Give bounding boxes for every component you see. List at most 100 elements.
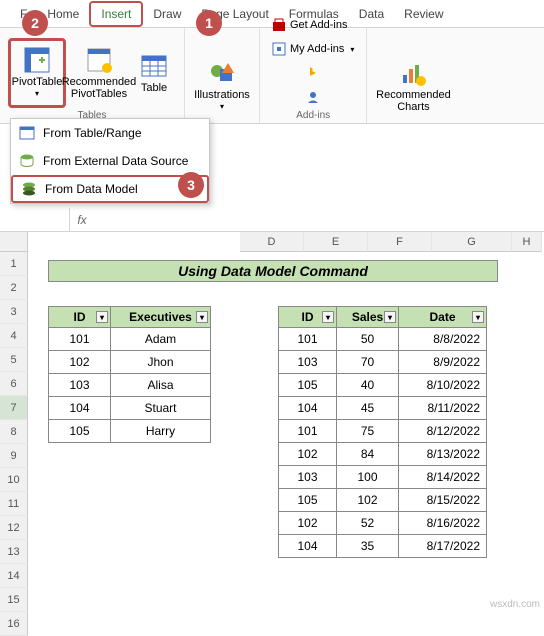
table-cell[interactable]: 103 <box>279 351 337 374</box>
row-header[interactable]: 12 <box>0 516 28 540</box>
row-header[interactable]: 11 <box>0 492 28 516</box>
row-header[interactable]: 2 <box>0 276 28 300</box>
filter-button[interactable]: ▾ <box>472 311 484 323</box>
table-cell[interactable]: 8/14/2022 <box>399 466 487 489</box>
table-cell[interactable]: 100 <box>337 466 399 489</box>
table-cell[interactable]: 50 <box>337 328 399 351</box>
table-row[interactable]: 1051028/15/2022 <box>279 489 487 512</box>
table-cell[interactable]: 8/15/2022 <box>399 489 487 512</box>
table-cell[interactable]: 103 <box>49 374 111 397</box>
table-cell[interactable]: 104 <box>49 397 111 420</box>
table-cell[interactable]: 8/17/2022 <box>399 535 487 558</box>
table-cell[interactable]: 101 <box>279 328 337 351</box>
row-header[interactable]: 1 <box>0 252 28 276</box>
row-header[interactable]: 4 <box>0 324 28 348</box>
table-cell[interactable]: 52 <box>337 512 399 535</box>
table-cell[interactable]: 70 <box>337 351 399 374</box>
row-header[interactable]: 3 <box>0 300 28 324</box>
table-row[interactable]: 104458/11/2022 <box>279 397 487 420</box>
table-cell[interactable]: 105 <box>279 374 337 397</box>
tab-data[interactable]: Data <box>349 3 394 25</box>
table-cell[interactable]: 102 <box>279 512 337 535</box>
table-row[interactable]: 103Alisa <box>49 374 211 397</box>
table-row[interactable]: 103708/9/2022 <box>279 351 487 374</box>
table-row[interactable]: 101758/12/2022 <box>279 420 487 443</box>
col-header[interactable]: E <box>304 232 368 252</box>
table-cell[interactable]: 101 <box>279 420 337 443</box>
table-cell[interactable]: 102 <box>337 489 399 512</box>
table-row[interactable]: 1031008/14/2022 <box>279 466 487 489</box>
table-cell[interactable]: 104 <box>279 397 337 420</box>
col-header[interactable]: H <box>512 232 542 252</box>
row-header[interactable]: 9 <box>0 444 28 468</box>
table-cell[interactable]: 45 <box>337 397 399 420</box>
select-all-corner[interactable] <box>0 232 28 252</box>
table-cell[interactable]: Alisa <box>111 374 211 397</box>
tab-draw[interactable]: Draw <box>143 3 191 25</box>
table-cell[interactable]: 103 <box>279 466 337 489</box>
table-row[interactable]: 104Stuart <box>49 397 211 420</box>
table-header[interactable]: Sales▾ <box>337 307 399 328</box>
table-cell[interactable]: Adam <box>111 328 211 351</box>
table-cell[interactable]: 8/8/2022 <box>399 328 487 351</box>
table-header[interactable]: Date▾ <box>399 307 487 328</box>
table-header[interactable]: ID▾ <box>49 307 111 328</box>
filter-button[interactable]: ▾ <box>96 311 108 323</box>
tab-insert[interactable]: Insert <box>89 1 143 27</box>
table-cell[interactable]: 102 <box>49 351 111 374</box>
pivottable-button[interactable]: PivotTable ▾ <box>8 38 66 108</box>
filter-button[interactable]: ▾ <box>322 311 334 323</box>
recommended-pivottables-button[interactable]: Recommended PivotTables <box>70 38 128 108</box>
table-cell[interactable]: 35 <box>337 535 399 558</box>
bing-addin-button[interactable] <box>268 62 358 84</box>
col-header[interactable]: D <box>240 232 304 252</box>
row-header[interactable]: 6 <box>0 372 28 396</box>
table-header[interactable]: ID▾ <box>279 307 337 328</box>
recommended-charts-button[interactable]: Recommended Charts <box>375 51 451 121</box>
table-row[interactable]: 102528/16/2022 <box>279 512 487 535</box>
col-header[interactable]: G <box>432 232 512 252</box>
table-cell[interactable]: 8/10/2022 <box>399 374 487 397</box>
table-cell[interactable]: 105 <box>49 420 111 443</box>
row-header[interactable]: 13 <box>0 540 28 564</box>
table-cell[interactable]: 8/12/2022 <box>399 420 487 443</box>
table-row[interactable]: 105408/10/2022 <box>279 374 487 397</box>
row-header[interactable]: 14 <box>0 564 28 588</box>
row-header[interactable]: 16 <box>0 612 28 636</box>
table-button[interactable]: Table <box>132 38 176 108</box>
filter-button[interactable]: ▾ <box>196 311 208 323</box>
table-cell[interactable]: 8/16/2022 <box>399 512 487 535</box>
illustrations-button[interactable]: Illustrations ▾ <box>193 51 251 121</box>
col-header[interactable]: F <box>368 232 432 252</box>
table-cell[interactable]: Stuart <box>111 397 211 420</box>
row-header[interactable]: 8 <box>0 420 28 444</box>
table-row[interactable]: 101508/8/2022 <box>279 328 487 351</box>
table-row[interactable]: 101Adam <box>49 328 211 351</box>
my-addins-button[interactable]: My Add-ins ▾ <box>268 38 358 60</box>
table-cell[interactable]: 75 <box>337 420 399 443</box>
table-cell[interactable]: 84 <box>337 443 399 466</box>
table-cell[interactable]: 102 <box>279 443 337 466</box>
row-header[interactable]: 10 <box>0 468 28 492</box>
tab-formulas[interactable]: Formulas <box>279 3 349 25</box>
table-cell[interactable]: Jhon <box>111 351 211 374</box>
table-cell[interactable]: 8/13/2022 <box>399 443 487 466</box>
formula-input[interactable] <box>94 208 544 231</box>
table-cell[interactable]: 8/9/2022 <box>399 351 487 374</box>
fx-icon[interactable]: fx <box>70 213 94 227</box>
row-header[interactable]: 15 <box>0 588 28 612</box>
table-cell[interactable]: 104 <box>279 535 337 558</box>
table-cell[interactable]: Harry <box>111 420 211 443</box>
row-header[interactable]: 7 <box>0 396 28 420</box>
table-row[interactable]: 102848/13/2022 <box>279 443 487 466</box>
table-cell[interactable]: 8/11/2022 <box>399 397 487 420</box>
table-cell[interactable]: 101 <box>49 328 111 351</box>
from-external-data-item[interactable]: From External Data Source <box>11 147 209 175</box>
table-row[interactable]: 102Jhon <box>49 351 211 374</box>
row-header[interactable]: 5 <box>0 348 28 372</box>
tab-review[interactable]: Review <box>394 3 453 25</box>
table-row[interactable]: 104358/17/2022 <box>279 535 487 558</box>
people-addin-button[interactable] <box>268 86 358 108</box>
name-box[interactable] <box>0 208 70 231</box>
table-cell[interactable]: 40 <box>337 374 399 397</box>
